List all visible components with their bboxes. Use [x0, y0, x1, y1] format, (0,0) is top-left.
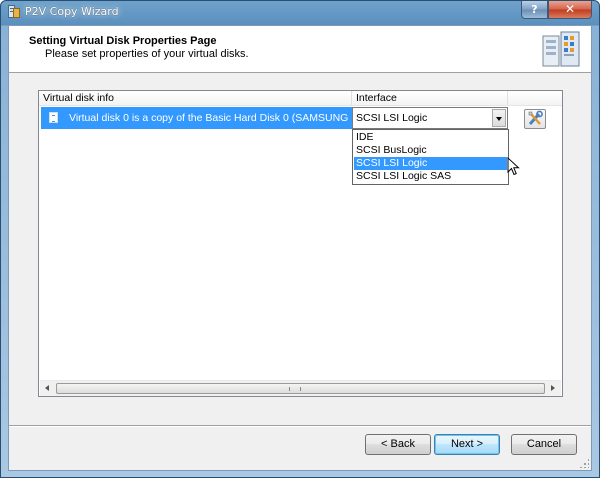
table-row[interactable]: Virtual disk 0 is a copy of the Basic Ha… — [39, 107, 562, 129]
wrench-screwdriver-icon — [528, 110, 543, 126]
scroll-left-icon[interactable] — [40, 381, 56, 396]
disk-icon — [49, 112, 58, 123]
wizard-window: P2V Copy Wizard ? ✕ Setting Virtual Disk… — [0, 0, 600, 478]
back-button[interactable]: < Back — [365, 434, 431, 455]
scroll-right-icon[interactable] — [545, 381, 561, 396]
virtual-disk-list[interactable]: Virtual disk info Interface Virtual disk… — [38, 90, 563, 397]
page-subtitle: Please set properties of your virtual di… — [45, 48, 249, 60]
next-button[interactable]: Next > — [434, 434, 500, 455]
option-scsi-lsi-logic[interactable]: SCSI LSI Logic — [354, 157, 507, 170]
close-button[interactable]: ✕ — [548, 1, 592, 19]
column-virtual-disk-info[interactable]: Virtual disk info — [39, 91, 352, 105]
mouse-pointer-icon — [507, 157, 520, 176]
title-bar[interactable]: P2V Copy Wizard ? ✕ — [1, 1, 599, 23]
page-title: Setting Virtual Disk Properties Page — [29, 35, 217, 47]
window-title: P2V Copy Wizard — [25, 5, 119, 18]
disk-info-cell[interactable]: Virtual disk 0 is a copy of the Basic Ha… — [41, 107, 394, 129]
scroll-grip-icon — [289, 387, 301, 391]
wizard-client-area: Setting Virtual Disk Properties Page Ple… — [8, 25, 592, 471]
interface-dropdown-list[interactable]: IDE SCSI BusLogic SCSI LSI Logic SCSI LS… — [352, 129, 509, 185]
page-header: Setting Virtual Disk Properties Page Ple… — [9, 26, 591, 73]
app-icon — [8, 5, 20, 18]
server-migration-logo-icon — [542, 31, 580, 67]
list-column-header: Virtual disk info Interface — [39, 91, 562, 106]
help-button[interactable]: ? — [521, 1, 548, 19]
option-ide[interactable]: IDE — [354, 131, 507, 144]
footer-divider — [9, 425, 591, 427]
disk-settings-button[interactable] — [524, 109, 546, 129]
scrollbar-thumb[interactable] — [56, 383, 545, 394]
cancel-button[interactable]: Cancel — [511, 434, 577, 455]
interface-combobox[interactable]: SCSI LSI Logic — [352, 107, 508, 129]
option-scsi-lsi-logic-sas[interactable]: SCSI LSI Logic SAS — [354, 170, 507, 183]
column-interface[interactable]: Interface — [352, 91, 508, 105]
disk-info-text: Virtual disk 0 is a copy of the Basic Ha… — [69, 112, 394, 124]
horizontal-scrollbar[interactable] — [40, 380, 561, 396]
option-scsi-buslogic[interactable]: SCSI BusLogic — [354, 144, 507, 157]
chevron-down-icon[interactable] — [492, 109, 506, 127]
interface-value: SCSI LSI Logic — [356, 112, 428, 124]
resize-grip-icon[interactable] — [579, 458, 589, 468]
